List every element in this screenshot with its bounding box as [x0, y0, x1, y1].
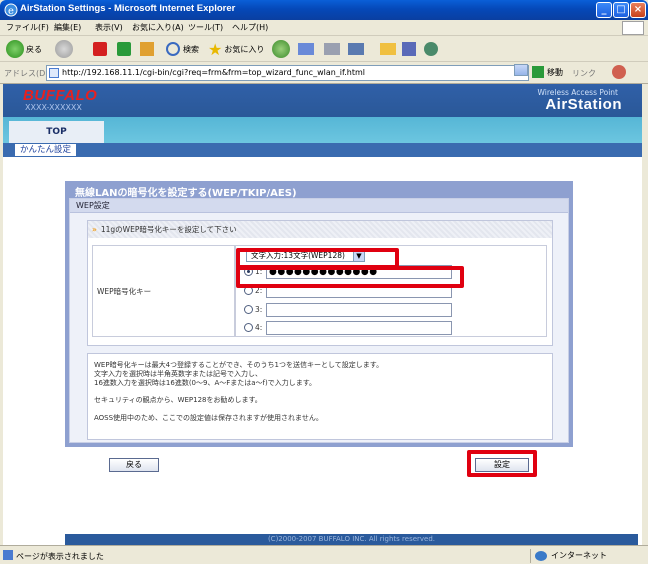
minimize-button[interactable]: _	[596, 2, 612, 18]
edit-icon	[348, 43, 364, 55]
buffalo-logo: BUFFALO	[23, 87, 98, 104]
windows-flag-icon	[622, 21, 644, 35]
print-icon	[324, 43, 340, 55]
forward-arrow-icon	[55, 40, 73, 58]
highlight-key-1	[236, 266, 464, 288]
page-done-icon	[3, 550, 13, 560]
address-url: http://192.168.11.1/cgi-bin/cgi?req=frm&…	[62, 68, 366, 77]
menu-tools[interactable]: ツール(T)	[188, 22, 223, 33]
search-icon	[166, 42, 180, 56]
address-bar: アドレス(D) http://192.168.11.1/cgi-bin/cgi?…	[0, 62, 648, 84]
menu-bar: ファイル(F) 編集(E) 表示(V) お気に入り(A) ツール(T) ヘルプ(…	[0, 20, 648, 36]
back-page-button[interactable]: 戻る	[109, 458, 159, 472]
people-icon	[424, 42, 438, 56]
sub-nav: かんたん設定	[3, 143, 642, 157]
note-line-5: AOSS使用中のため、ここでの設定値は保存されますが使用されません。	[94, 414, 323, 422]
edit-button[interactable]	[348, 39, 364, 59]
messenger-button[interactable]	[402, 39, 416, 59]
panel-title: 無線LANの暗号化を設定する(WEP/TKIP/AES)	[75, 188, 297, 199]
copyright-footer: (C)2000-2007 BUFFALO INC. All rights res…	[65, 534, 638, 545]
model-name: XXXX-XXXXXX	[25, 103, 82, 112]
mail-icon	[298, 43, 314, 55]
double-arrow-icon: »	[92, 225, 97, 234]
favorites-button[interactable]: ★ お気に入り	[208, 39, 264, 59]
section-header: WEP設定	[70, 199, 568, 213]
notes-box: WEP暗号化キーは最大4つ登録することができ、そのうち1つを送信キーとして設定し…	[87, 353, 553, 440]
ie-logo-icon: e	[4, 3, 18, 17]
stop-button[interactable]	[93, 39, 107, 59]
menu-file[interactable]: ファイル(F)	[6, 22, 49, 33]
wep-settings-panel: 無線LANの暗号化を設定する(WEP/TKIP/AES) WEP設定 » 11gの…	[65, 181, 573, 447]
address-label: アドレス(D)	[4, 69, 49, 78]
note-line-3: 16進数入力を選択時は16進数(0〜9、A〜Fまたはa〜f)で入力します。	[94, 379, 317, 387]
key-3-label: 3:	[255, 305, 263, 314]
print-button[interactable]	[324, 39, 340, 59]
key-4-label: 4:	[255, 323, 263, 332]
tab-row: TOP	[3, 117, 642, 143]
svg-text:e: e	[8, 6, 14, 17]
history-button[interactable]	[272, 39, 290, 59]
menu-help[interactable]: ヘルプ(H)	[232, 22, 268, 33]
page-icon	[49, 68, 59, 78]
key-4-input[interactable]	[266, 320, 452, 335]
wep-key-label-cell: WEP暗号化キー	[92, 245, 235, 337]
panel-body: WEP設定 » 11gのWEP暗号化キーを設定して下さい WEP暗号化キー 文字入…	[69, 198, 569, 443]
page-header: BUFFALO XXXX-XXXXXX Wireless Access Poin…	[3, 84, 642, 117]
address-dropdown-button[interactable]	[514, 64, 528, 76]
back-arrow-icon	[6, 40, 24, 58]
mail-button[interactable]	[298, 39, 314, 59]
status-bar: ページが表示されました インターネット	[0, 545, 648, 564]
product-logo: AirStation	[545, 96, 622, 113]
menu-favorites[interactable]: お気に入り(A)	[132, 22, 184, 33]
messenger-icon	[402, 42, 416, 56]
star-icon: ★	[208, 39, 223, 59]
back-button[interactable]: 戻る	[6, 39, 42, 59]
note-line-4: セキュリティの観点から、WEP128をお勧めします。	[94, 396, 262, 404]
wep-key-label: WEP暗号化キー	[97, 287, 152, 296]
close-button[interactable]: ×	[630, 2, 646, 18]
key-4-radio[interactable]	[244, 323, 253, 332]
go-arrow-icon	[532, 66, 544, 78]
search-button[interactable]: 検索	[166, 39, 199, 59]
key-row-4: 4:	[244, 320, 452, 335]
sub-nav-easy-setup[interactable]: かんたん設定	[15, 144, 77, 156]
people-button[interactable]	[424, 39, 438, 59]
page-content: BUFFALO XXXX-XXXXXX Wireless Access Poin…	[3, 84, 642, 545]
security-zone: インターネット	[530, 549, 646, 563]
window-title: AirStation Settings - Microsoft Internet…	[20, 3, 236, 14]
home-icon	[140, 42, 154, 56]
key-3-input[interactable]	[266, 302, 452, 317]
key-3-radio[interactable]	[244, 305, 253, 314]
scrollbar[interactable]	[642, 84, 648, 545]
home-button[interactable]	[140, 39, 154, 59]
toolbar-extension-icon[interactable]	[612, 65, 626, 79]
refresh-icon	[117, 42, 131, 56]
folder-icon	[380, 43, 396, 55]
go-button[interactable]: 移動	[532, 66, 563, 78]
menu-edit[interactable]: 編集(E)	[54, 22, 81, 33]
key-row-3: 3:	[244, 302, 452, 317]
menu-view[interactable]: 表示(V)	[95, 22, 123, 33]
zone-label: インターネット	[551, 551, 607, 560]
forward-button[interactable]	[55, 39, 73, 59]
hint-text: 11gのWEP暗号化キーを設定して下さい	[100, 225, 237, 234]
submit-button[interactable]: 設定	[475, 458, 529, 472]
refresh-button[interactable]	[117, 39, 131, 59]
maximize-button[interactable]: □	[613, 2, 629, 18]
internet-globe-icon	[535, 551, 547, 561]
stop-icon	[93, 42, 107, 56]
address-input[interactable]: http://192.168.11.1/cgi-bin/cgi?req=frm&…	[46, 65, 529, 81]
hint-bar: » 11gのWEP暗号化キーを設定して下さい	[88, 221, 552, 238]
status-text: ページが表示されました	[16, 552, 104, 561]
title-bar: e AirStation Settings - Microsoft Intern…	[0, 0, 648, 20]
folder-button[interactable]	[380, 39, 396, 59]
tab-top[interactable]: TOP	[9, 121, 104, 143]
toolbar: 戻る 検索 ★ お気に入り	[0, 36, 648, 62]
links-label[interactable]: リンク	[572, 68, 596, 79]
history-icon	[272, 40, 290, 58]
